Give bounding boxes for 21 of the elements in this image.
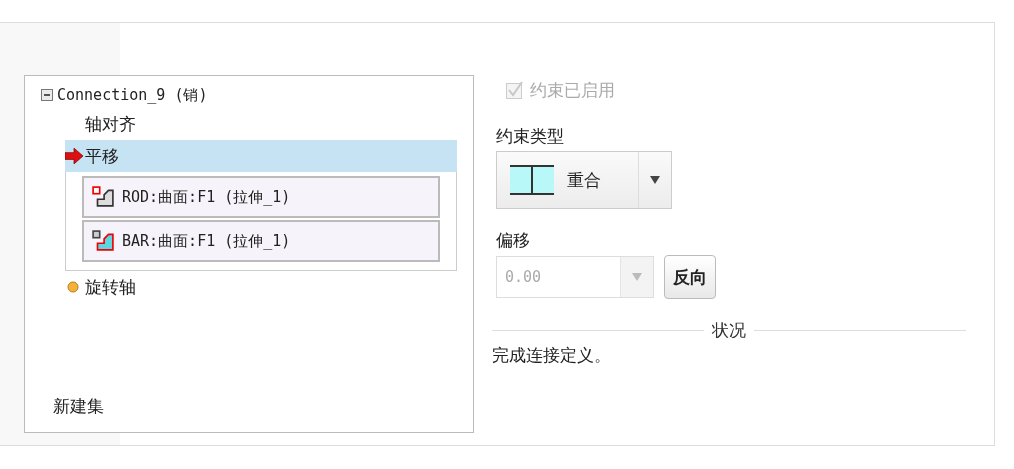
flip-button[interactable]: 反向 xyxy=(664,255,716,299)
arrow-icon xyxy=(65,148,83,164)
type-dropdown[interactable]: 重合 xyxy=(496,151,672,209)
part-icon xyxy=(92,230,114,252)
tree-item[interactable]: 平移 xyxy=(65,140,457,172)
tree-item[interactable]: 轴对齐 xyxy=(65,108,457,140)
status-heading: 状况 xyxy=(712,319,746,342)
caret-icon xyxy=(650,176,660,184)
reference-item[interactable]: BAR:曲面:F1 (拉伸_1) xyxy=(82,220,440,262)
tree-item[interactable]: Connection_9 (销) xyxy=(57,85,208,105)
type-label: 约束类型 xyxy=(496,125,565,148)
tree-item[interactable]: 新建集 xyxy=(53,395,104,418)
caret-icon xyxy=(632,273,642,281)
collapse-icon[interactable] xyxy=(41,89,53,101)
reference-item[interactable]: ROD:曲面:F1 (拉伸_1) xyxy=(82,176,440,218)
part-icon xyxy=(92,186,114,208)
coincident-icon xyxy=(509,165,555,195)
offset-label: 偏移 xyxy=(496,229,531,252)
tree-item[interactable]: 旋转轴 xyxy=(65,271,457,303)
dot-icon xyxy=(67,281,79,293)
status-message: 完成连接定义。 xyxy=(492,344,612,367)
